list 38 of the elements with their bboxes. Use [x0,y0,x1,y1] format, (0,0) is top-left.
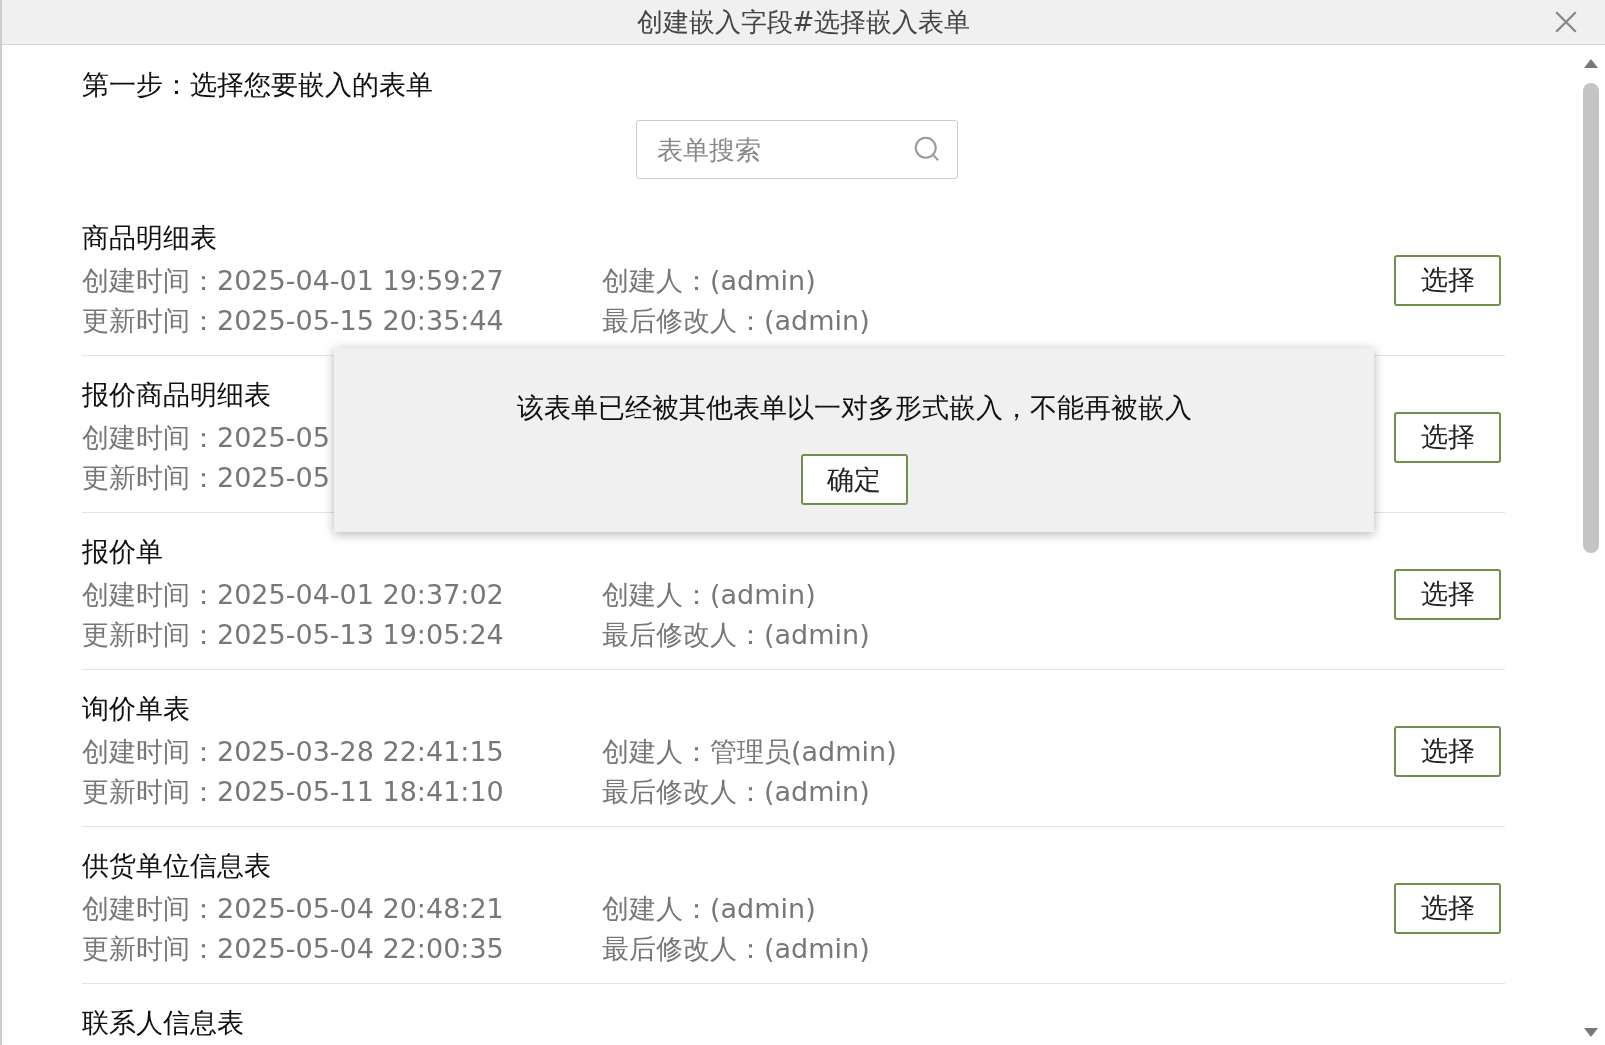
scrollbar-thumb[interactable] [1583,83,1599,553]
select-button[interactable]: 选择 [1394,725,1501,777]
window-title: 创建嵌入字段#选择嵌入表单 [636,5,971,39]
form-title: 供货单位信息表 [82,849,271,883]
alert-message: 该表单已经被其他表单以一对多形式嵌入，不能再被嵌入 [516,391,1192,425]
close-icon[interactable] [1553,9,1579,35]
updated-time: 更新时间：2025-05-13 19:05:24 [82,618,505,652]
form-title: 询价单表 [82,692,190,726]
select-button[interactable]: 选择 [1394,254,1501,306]
last-modifier: 最后修改人：(admin) [602,618,870,652]
created-time: 创建时间：2025-03-28 22:41:15 [82,735,505,769]
updated-time: 更新时间：2025-05 [82,461,331,495]
select-button[interactable]: 选择 [1394,568,1501,620]
creator: 创建人：(admin) [602,892,816,926]
created-time: 创建时间：2025-05 [82,421,331,455]
search-field[interactable]: 表单搜索 [635,120,958,179]
creator: 创建人：(admin) [602,264,816,298]
created-time: 创建时间：2025-04-01 19:59:27 [82,264,505,298]
updated-time: 更新时间：2025-05-04 22:00:35 [82,932,505,966]
created-time: 创建时间：2025-05-04 20:48:21 [82,892,505,926]
confirm-button[interactable]: 确定 [800,454,908,505]
scroll-down-icon[interactable] [1583,1027,1599,1039]
form-title: 联系人信息表 [82,1006,244,1040]
last-modifier: 最后修改人：(admin) [602,932,870,966]
updated-time: 更新时间：2025-05-11 18:41:10 [82,775,505,809]
creator: 创建人：(admin) [602,578,816,612]
updated-time: 更新时间：2025-05-15 20:35:44 [82,304,505,338]
form-title: 报价商品明细表 [82,378,271,412]
last-modifier: 最后修改人：(admin) [602,775,870,809]
step-label: 第一步：选择您要嵌入的表单 [82,68,434,102]
select-button[interactable]: 选择 [1394,411,1501,463]
created-time: 创建时间：2025-04-01 20:37:02 [82,578,505,612]
form-title: 报价单 [82,535,163,569]
select-button[interactable]: 选择 [1394,882,1501,934]
form-title: 商品明细表 [82,221,217,255]
scroll-up-icon[interactable] [1583,57,1599,69]
last-modifier: 最后修改人：(admin) [602,304,870,338]
creator: 创建人：管理员(admin) [602,735,897,769]
